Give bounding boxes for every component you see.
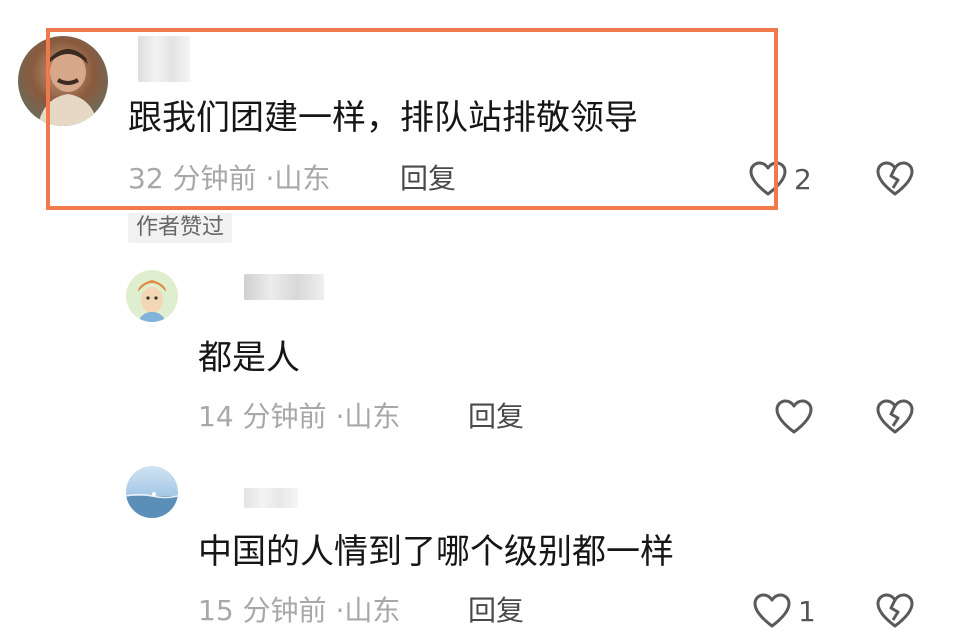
- comment-location: 山东: [344, 594, 401, 627]
- meta-separator: ·: [335, 594, 345, 627]
- avatar-sea-icon: [126, 492, 178, 518]
- heart-outline-icon: [775, 399, 813, 434]
- comment-text: 都是人: [198, 338, 300, 378]
- avatar[interactable]: [126, 270, 178, 322]
- like-count: 2: [794, 162, 812, 196]
- comment-meta: 14 分钟前 ·山东: [198, 400, 400, 434]
- dislike-button[interactable]: [875, 160, 915, 202]
- like-button[interactable]: 1: [752, 592, 816, 630]
- like-count: 1: [798, 594, 816, 628]
- like-button[interactable]: [774, 398, 820, 436]
- dislike-button[interactable]: [875, 592, 915, 634]
- author-liked-badge: 作者赞过: [128, 213, 233, 243]
- broken-heart-icon: [876, 161, 914, 196]
- comment-meta: 15 分钟前 ·山东: [198, 594, 400, 628]
- avatar[interactable]: [126, 466, 178, 518]
- comment-text: 中国的人情到了哪个级别都一样: [198, 532, 674, 572]
- comment-time: 14 分钟前: [198, 400, 327, 433]
- comment-location: 山东: [344, 400, 401, 433]
- username-redacted[interactable]: [244, 274, 324, 300]
- comment-time: 15 分钟前: [198, 594, 327, 627]
- broken-heart-icon: [876, 399, 914, 434]
- meta-separator: ·: [335, 400, 345, 433]
- avatar-cartoon-icon: [126, 270, 178, 322]
- heart-outline-icon: [753, 593, 791, 628]
- broken-heart-icon: [876, 593, 914, 628]
- dislike-button[interactable]: [875, 398, 915, 440]
- reply-button[interactable]: 回复: [468, 594, 524, 628]
- reply-button[interactable]: 回复: [468, 400, 524, 434]
- username-redacted[interactable]: [244, 488, 298, 508]
- highlight-annotation-box: [46, 28, 778, 210]
